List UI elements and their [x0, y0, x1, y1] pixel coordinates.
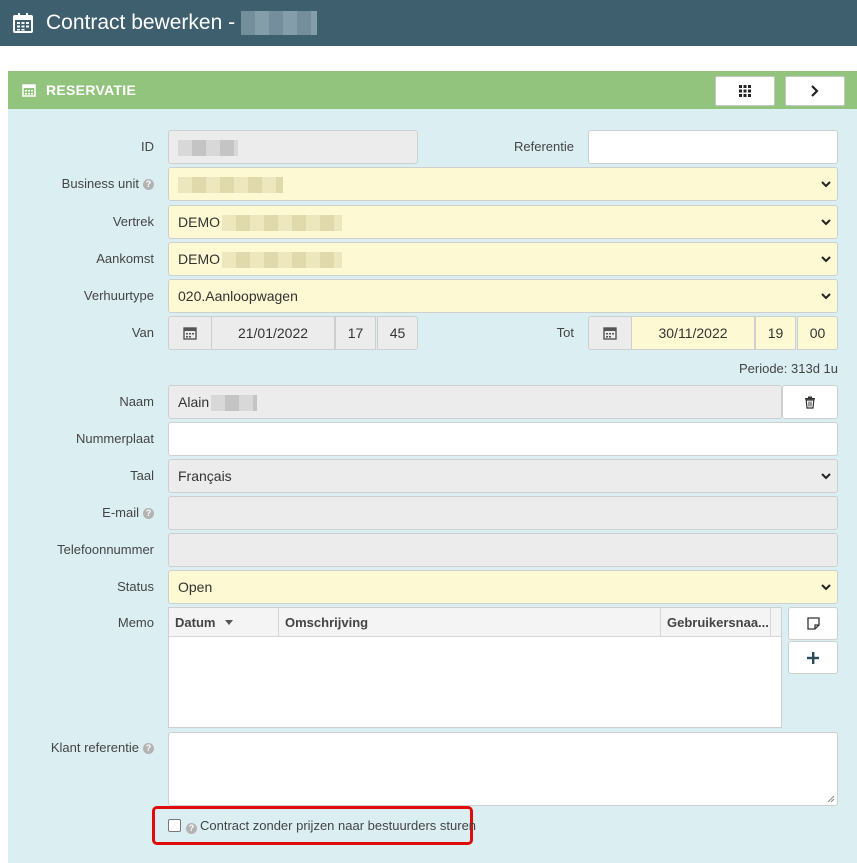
calendar-icon [183, 327, 197, 340]
panel-header: RESERVATIE [8, 71, 857, 109]
business-unit-label: Business unit? [30, 167, 154, 201]
redacted-vertrek [222, 215, 342, 232]
chevron-down-icon [821, 256, 831, 263]
referentie-label: Referentie [514, 139, 574, 154]
tot-minute-input[interactable]: 00 [797, 316, 838, 350]
column-label-datum: Datum [175, 615, 216, 630]
telefoon-field [168, 533, 838, 567]
help-icon[interactable]: ? [143, 508, 154, 520]
resize-handle-icon[interactable] [827, 795, 835, 803]
status-select[interactable]: Open [168, 570, 838, 604]
naam-label: Naam [119, 394, 154, 409]
chevron-right-icon [811, 85, 819, 97]
title-bar: Contract bewerken - [0, 0, 857, 46]
redacted-business-unit [178, 177, 283, 194]
column-header-omschrijving[interactable]: Omschrijving [279, 608, 661, 637]
email-field [168, 496, 838, 530]
aankomst-select[interactable]: DEMO [168, 242, 838, 276]
add-memo-button[interactable] [788, 641, 838, 674]
tot-calendar-button[interactable] [588, 316, 632, 350]
checkbox-label: ? Contract zonder prijzen naar bestuurder… [186, 818, 476, 834]
memo-grid-header: Datum Omschrijving Gebruikersnaa... [169, 608, 781, 637]
nummerplaat-label: Nummerplaat [75, 431, 154, 446]
checkbox-label-text: Contract zonder prijzen naar bestuurders… [200, 818, 477, 833]
help-icon[interactable]: ? [143, 743, 154, 755]
column-header-gebruikersnaam[interactable]: Gebruikersnaa... [661, 608, 771, 637]
calendar-icon [13, 13, 33, 33]
redacted-naam [211, 395, 258, 412]
chevron-down-icon [821, 219, 831, 226]
calendar-icon [603, 327, 617, 340]
id-field [168, 130, 418, 164]
redacted-aankomst [222, 252, 342, 269]
business-unit-label-text: Business unit [61, 176, 139, 191]
verhuurtype-select[interactable]: 020.Aanloopwagen [168, 279, 838, 313]
chevron-down-icon [821, 473, 831, 480]
email-label: E-mail? [30, 496, 154, 530]
klant-referentie-label: Klant referentie? [20, 731, 154, 765]
tot-label: Tot [556, 325, 574, 340]
tot-hour-input[interactable]: 19 [755, 316, 796, 350]
column-header-datum[interactable]: Datum [169, 608, 279, 637]
klant-referentie-textarea[interactable] [168, 732, 838, 806]
aankomst-label: Aankomst [96, 251, 154, 266]
help-icon[interactable]: ? [143, 179, 154, 191]
memo-label: Memo [117, 615, 154, 630]
add-note-button[interactable] [788, 607, 838, 640]
naam-field: Alain [168, 385, 782, 419]
memo-grid: Datum Omschrijving Gebruikersnaa... [168, 607, 782, 728]
id-label: ID [141, 139, 154, 154]
taal-label: Taal [130, 468, 154, 483]
van-calendar-button[interactable] [168, 316, 212, 350]
delete-naam-button[interactable] [782, 385, 838, 419]
redacted-id [178, 140, 238, 157]
van-hour-input[interactable]: 17 [335, 316, 376, 350]
vertrek-select[interactable]: DEMO [168, 205, 838, 239]
telefoon-label: Telefoonnummer [57, 542, 154, 557]
sort-desc-icon [225, 620, 234, 625]
taal-value: Français [178, 468, 232, 484]
contract-zonder-prijzen-checkbox[interactable] [168, 819, 181, 832]
nummerplaat-input[interactable] [168, 422, 838, 456]
vertrek-value: DEMO [178, 214, 220, 230]
chevron-down-icon [821, 181, 831, 188]
van-label: Van [131, 325, 154, 340]
calendar-icon [22, 84, 36, 97]
periode-text: Periode: 313d 1u [738, 361, 838, 376]
naam-value: Alain [178, 394, 210, 410]
grid-view-button[interactable] [715, 76, 775, 106]
aankomst-value: DEMO [178, 251, 220, 267]
klant-referentie-label-text: Klant referentie [50, 740, 139, 755]
status-value: Open [178, 579, 213, 595]
chevron-down-icon [821, 584, 831, 591]
next-button[interactable] [785, 76, 845, 106]
verhuurtype-label: Verhuurtype [83, 288, 154, 303]
van-minute-input[interactable]: 45 [377, 316, 418, 350]
redacted-contract-number [241, 11, 318, 35]
note-icon [806, 617, 820, 630]
chevron-down-icon [821, 293, 831, 300]
taal-select[interactable]: Français [168, 459, 838, 493]
grid-icon [739, 85, 751, 97]
trash-icon [805, 396, 815, 409]
help-icon[interactable]: ? [186, 823, 197, 834]
vertrek-label: Vertrek [112, 214, 154, 229]
status-label: Status [117, 579, 154, 594]
van-date-input[interactable]: 21/01/2022 [211, 316, 335, 350]
referentie-input[interactable] [588, 130, 838, 164]
tot-date-input[interactable]: 30/11/2022 [631, 316, 755, 350]
verhuurtype-value: 020.Aanloopwagen [178, 288, 298, 304]
email-label-text: E-mail [102, 505, 139, 520]
business-unit-select[interactable] [168, 167, 838, 201]
panel-title: RESERVATIE [46, 82, 137, 98]
plus-icon [807, 651, 819, 664]
page-title: Contract bewerken - [46, 11, 236, 34]
